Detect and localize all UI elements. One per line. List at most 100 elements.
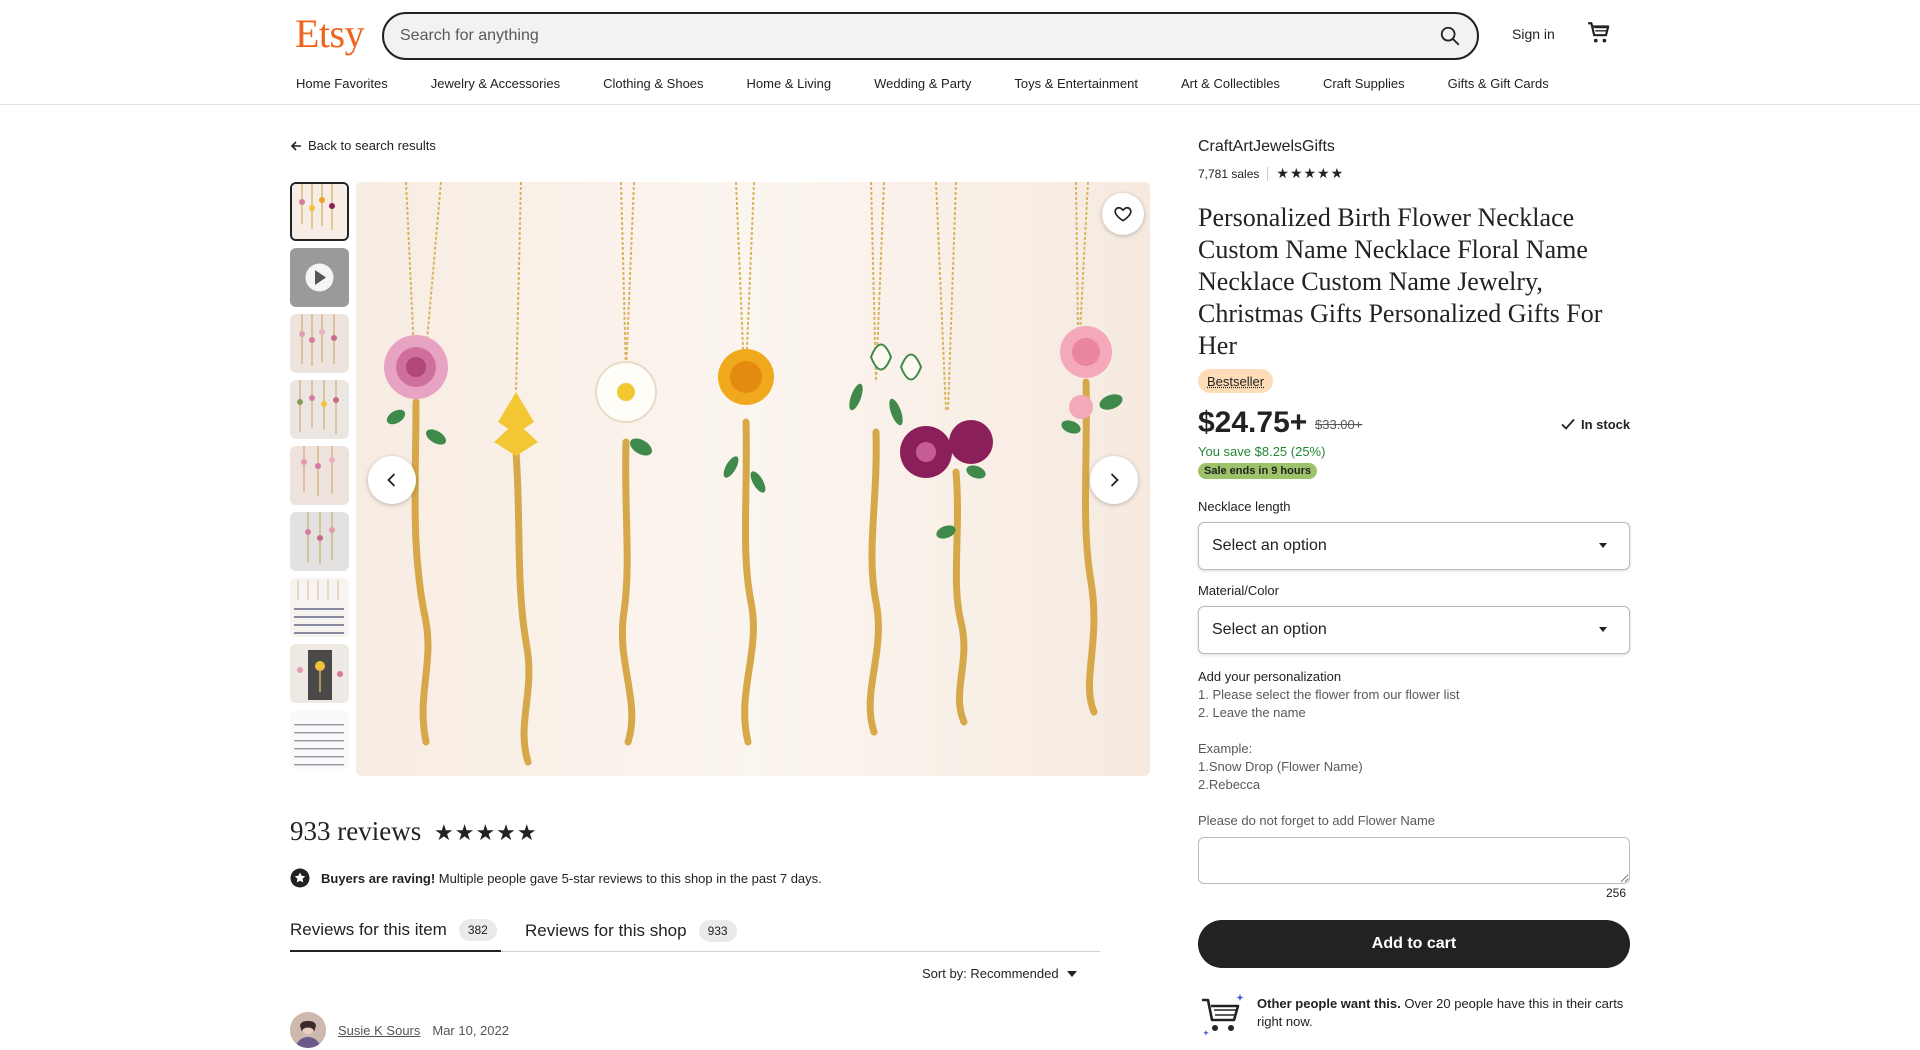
raving-rest: Multiple people gave 5-star reviews to t… [435, 870, 822, 886]
thumbnail-5[interactable] [290, 446, 349, 505]
personalization-textarea[interactable] [1198, 837, 1630, 884]
caret-down-icon [1599, 543, 1607, 548]
raving-text: Buyers are raving! Multiple people gave … [321, 871, 822, 886]
shop-name-link[interactable]: CraftArtJewelsGifts [1198, 138, 1335, 156]
search-bar [382, 12, 1479, 60]
personalization-line: Please do not forget to add Flower Name [1198, 813, 1436, 828]
necklace-length-label: Necklace length [1198, 499, 1291, 514]
previous-image-button[interactable] [368, 456, 416, 504]
thumbnail-6[interactable] [290, 512, 349, 571]
favorite-button[interactable] [1102, 193, 1144, 235]
check-icon [1561, 418, 1575, 430]
savings-text: You save $8.25 (25%) [1198, 444, 1326, 459]
tab-reviews-shop[interactable]: Reviews for this shop 933 [525, 910, 737, 952]
video-thumbnail-image [290, 248, 349, 307]
reviewer-name-link[interactable]: Susie K Sours [338, 1023, 420, 1038]
review-header: Susie K Sours Mar 10, 2022 [290, 1012, 509, 1048]
sale-ends-badge: Sale ends in 9 hours [1198, 463, 1317, 479]
personalization-instructions: Add your personalization 1. Please selec… [1198, 668, 1460, 830]
search-button[interactable] [1433, 20, 1467, 52]
personalization-line: 2. Leave the name [1198, 705, 1306, 720]
thumbnail-image [290, 578, 349, 637]
thumbnail-image [290, 644, 349, 703]
price: $24.75+ [1198, 406, 1308, 439]
tab-reviews-shop-label: Reviews for this shop [525, 921, 687, 940]
thumbnail-video[interactable] [290, 248, 349, 307]
cart-sparkle-icon [1202, 994, 1244, 1036]
character-count: 256 [1606, 886, 1627, 900]
category-jewelry[interactable]: Jewelry & Accessories [431, 76, 560, 96]
shop-sales-summary: 7,781 sales ★★★★★ [1198, 165, 1344, 182]
necklace-length-value: Select an option [1212, 537, 1327, 554]
tab-reviews-item-label: Reviews for this item [290, 920, 447, 939]
personalization-line [1198, 722, 1460, 740]
thumbnail-9[interactable] [290, 710, 349, 769]
arrow-left-icon [290, 140, 301, 151]
category-nav: Home Favorites Jewelry & Accessories Clo… [296, 76, 1549, 96]
reviews-count-heading: 933 reviews [290, 816, 422, 846]
necklace-length-select[interactable]: Select an option [1198, 522, 1630, 570]
thumbnail-image [290, 512, 349, 571]
thumbnail-image [290, 710, 349, 769]
buyers-raving-banner: Buyers are raving! Multiple people gave … [290, 868, 822, 888]
etsy-logo[interactable]: Etsy [295, 10, 365, 57]
others-want-text: Other people want this. Over 20 people h… [1257, 995, 1627, 1031]
review-date: Mar 10, 2022 [432, 1022, 509, 1038]
star-badge-icon [290, 868, 310, 888]
back-to-results-link[interactable]: Back to search results [290, 138, 436, 153]
category-home-favorites[interactable]: Home Favorites [296, 76, 388, 96]
personalization-line: 1. Please select the flower from our flo… [1198, 687, 1460, 702]
category-home-living[interactable]: Home & Living [747, 76, 832, 96]
thumbnail-1[interactable] [290, 182, 349, 241]
personalization-line: Example: [1198, 741, 1253, 756]
thumbnail-image [292, 184, 347, 239]
avatar[interactable] [290, 1012, 326, 1048]
reviews-tabs: Reviews for this item 382 Reviews for th… [290, 910, 1100, 952]
category-toys[interactable]: Toys & Entertainment [1014, 76, 1138, 96]
original-price: $33.00+ [1315, 417, 1363, 432]
next-image-button[interactable] [1090, 456, 1138, 504]
thumbnail-4[interactable] [290, 380, 349, 439]
category-wedding[interactable]: Wedding & Party [874, 76, 971, 96]
chevron-right-icon [1110, 473, 1119, 487]
cart-button[interactable] [1586, 20, 1612, 46]
category-art[interactable]: Art & Collectibles [1181, 76, 1280, 96]
divider [1267, 166, 1269, 181]
tab-reviews-shop-count: 933 [698, 920, 737, 942]
thumbnail-3[interactable] [290, 314, 349, 373]
search-icon [1440, 26, 1460, 46]
cart-icon [1588, 22, 1610, 43]
heart-icon [1114, 206, 1132, 222]
reviews-star-rating: ★★★★★ [434, 820, 538, 845]
caret-down-icon [1066, 970, 1077, 977]
others-want-bold: Other people want this. [1257, 996, 1401, 1011]
others-want-this-notice: Other people want this. Over 20 people h… [1198, 990, 1630, 1036]
sort-dropdown[interactable]: Sort by: Recommended [922, 966, 1077, 981]
avatar-image [290, 1012, 326, 1048]
chevron-left-icon [387, 473, 396, 487]
category-gifts[interactable]: Gifts & Gift Cards [1448, 76, 1549, 96]
personalization-line [1198, 794, 1460, 812]
raving-bold: Buyers are raving! [321, 870, 436, 886]
sort-label: Sort by: Recommended [922, 966, 1059, 981]
thumbnail-image [290, 314, 349, 373]
material-color-select[interactable]: Select an option [1198, 606, 1630, 654]
personalization-line: 2.Rebecca [1198, 777, 1261, 792]
search-input[interactable] [400, 14, 1380, 58]
sales-count: 7,781 sales [1198, 166, 1260, 181]
category-clothing[interactable]: Clothing & Shoes [603, 76, 703, 96]
tab-reviews-item[interactable]: Reviews for this item 382 [290, 910, 501, 952]
bestseller-badge[interactable]: Bestseller [1198, 369, 1274, 393]
main-product-image[interactable] [356, 182, 1150, 776]
personalization-line: 1.Snow Drop (Flower Name) [1198, 759, 1363, 774]
category-craft[interactable]: Craft Supplies [1323, 76, 1405, 96]
material-color-label: Material/Color [1198, 583, 1279, 598]
add-to-cart-button[interactable]: Add to cart [1198, 920, 1630, 968]
thumbnail-7[interactable] [290, 578, 349, 637]
material-color-value: Select an option [1212, 621, 1327, 638]
back-label: Back to search results [308, 138, 436, 153]
sign-in-link[interactable]: Sign in [1512, 26, 1555, 42]
thumbnail-image [290, 380, 349, 439]
shop-star-rating[interactable]: ★★★★★ [1276, 165, 1344, 182]
thumbnail-8[interactable] [290, 644, 349, 703]
